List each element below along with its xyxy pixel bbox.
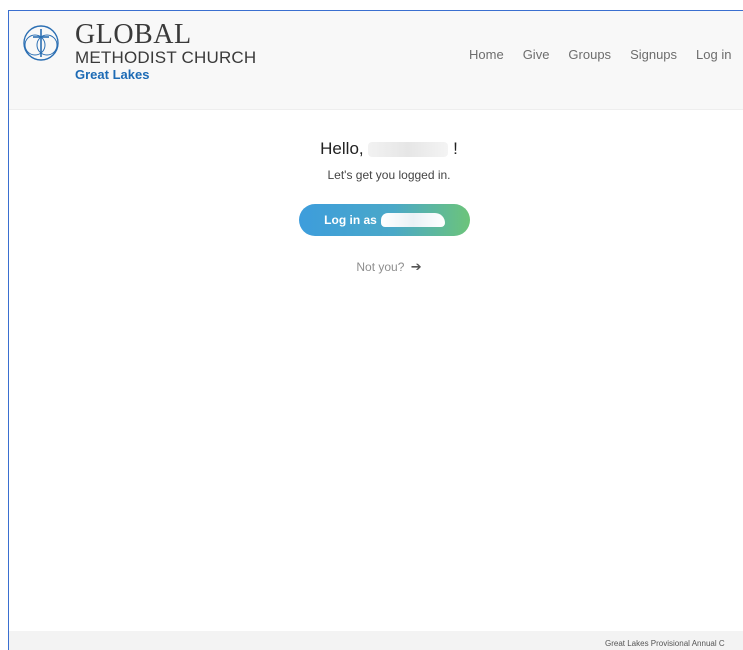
brand-wordmark[interactable]: GLOBAL METHODIST CHURCH Great Lakes — [75, 19, 257, 83]
nav-home-link[interactable]: Home — [469, 47, 504, 62]
login-subtitle: Let's get you logged in. — [327, 168, 451, 182]
main-nav: Home Give Groups Signups Log in — [469, 47, 743, 62]
site-header: GLOBAL METHODIST CHURCH Great Lakes Home… — [9, 11, 743, 110]
not-you-link[interactable]: Not you? ➔ — [9, 259, 743, 275]
browser-frame: GLOBAL METHODIST CHURCH Great Lakes Home… — [8, 10, 743, 650]
not-you-label: Not you? — [356, 260, 405, 274]
greeting-suffix: ! — [453, 139, 458, 158]
redacted-username — [380, 213, 445, 227]
cross-circle-logo-icon[interactable] — [21, 23, 61, 63]
arrow-right-icon: ➔ — [410, 259, 422, 274]
footer-text: Great Lakes Provisional Annual C — [605, 639, 725, 648]
nav-login-link[interactable]: Log in — [696, 47, 731, 62]
brand-subtitle: METHODIST CHURCH — [75, 48, 257, 67]
login-button-label: Log in as — [324, 213, 377, 227]
brand-title: GLOBAL — [75, 19, 192, 50]
login-as-button[interactable]: Log in as — [299, 204, 470, 236]
site-footer: Great Lakes Provisional Annual C — [9, 631, 743, 650]
greeting-heading: Hello, ! — [9, 139, 743, 159]
redacted-name — [368, 142, 449, 158]
nav-give-link[interactable]: Give — [523, 47, 550, 62]
greeting-prefix: Hello, — [320, 139, 364, 158]
nav-groups-link[interactable]: Groups — [568, 47, 611, 62]
brand-region: Great Lakes — [75, 67, 150, 82]
nav-signups-link[interactable]: Signups — [630, 47, 677, 62]
